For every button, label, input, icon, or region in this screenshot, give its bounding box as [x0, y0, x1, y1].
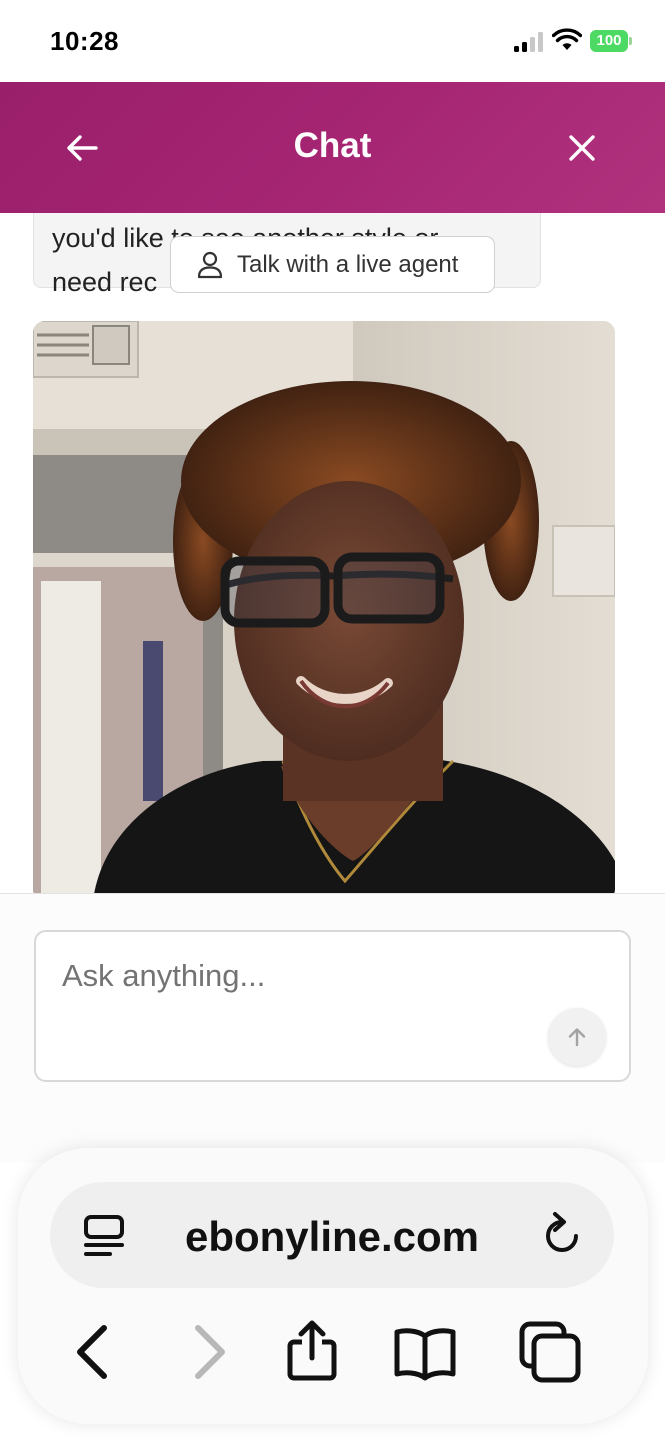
url-text: ebonyline.com	[184, 1213, 480, 1260]
battery-level: 100	[590, 30, 628, 52]
back-icon[interactable]	[62, 1320, 126, 1384]
battery-icon: 100	[590, 30, 632, 52]
bookmarks-icon[interactable]	[393, 1320, 457, 1384]
user-icon	[197, 251, 223, 278]
arrow-up-icon	[568, 1028, 586, 1047]
message-composer[interactable]	[34, 930, 631, 1082]
message-input[interactable]	[62, 954, 542, 998]
user-uploaded-photo[interactable]	[33, 321, 615, 893]
reload-icon[interactable]	[540, 1210, 584, 1258]
close-icon[interactable]	[562, 128, 602, 168]
share-icon[interactable]	[280, 1320, 344, 1384]
tabs-icon[interactable]	[518, 1320, 582, 1384]
forward-icon[interactable]	[176, 1320, 240, 1384]
chat-messages[interactable]: you'd like to see another style or need …	[0, 213, 665, 893]
composer-area	[0, 893, 665, 1163]
browser-toolbar: ebonyline.com	[18, 1148, 648, 1424]
talk-with-live-agent-label: Talk with a live agent	[237, 250, 459, 278]
wifi-icon	[552, 28, 582, 50]
status-bar: 10:28 100	[0, 0, 665, 82]
send-button[interactable]	[548, 1008, 606, 1066]
talk-with-live-agent-button[interactable]: Talk with a live agent	[170, 236, 495, 293]
cellular-signal-icon	[514, 32, 546, 52]
address-bar[interactable]: ebonyline.com	[50, 1182, 614, 1288]
status-time: 10:28	[50, 26, 119, 56]
chat-header: Chat	[0, 82, 665, 213]
